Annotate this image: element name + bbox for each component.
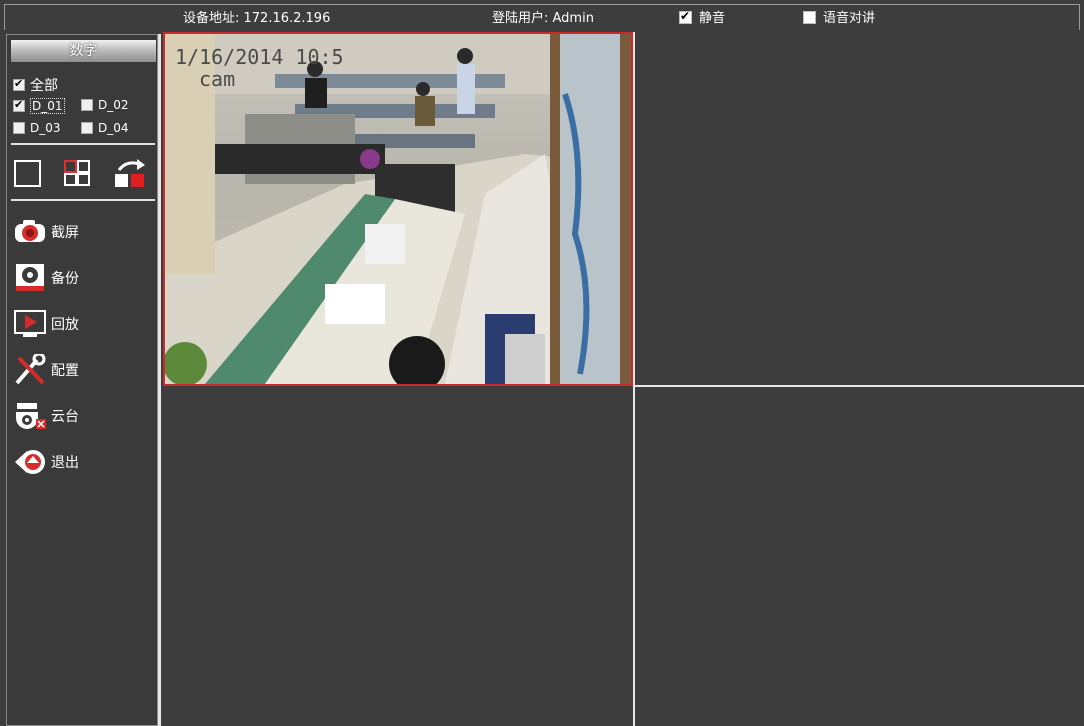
exit-label: 退出 xyxy=(51,455,79,471)
checkbox-box[interactable] xyxy=(13,98,25,112)
layout-quad-button[interactable] xyxy=(63,158,93,188)
channel-d03-label: D_03 xyxy=(30,121,61,135)
channel-all-label: 全部 xyxy=(30,78,58,94)
video-pane-1[interactable]: 1/16/2014 10:5 cam xyxy=(163,32,633,386)
playback-button[interactable]: 回放 xyxy=(13,308,79,340)
backup-button[interactable]: 备份 xyxy=(13,262,79,294)
playback-monitor-icon xyxy=(13,308,47,340)
switch-screen-button[interactable] xyxy=(113,158,149,188)
ptz-label: 云台 xyxy=(51,409,79,425)
sidebar: 数字 全部 D_01 D_02 D_03 D_04 xyxy=(6,34,158,726)
ptz-button[interactable]: 云台 xyxy=(13,400,79,432)
backup-disk-icon xyxy=(13,262,47,294)
ptz-camera-icon xyxy=(13,400,47,432)
mute-label[interactable]: 静音 xyxy=(699,10,725,28)
single-view-icon xyxy=(14,160,41,187)
camera-icon xyxy=(13,216,47,248)
channel-d02-checkbox[interactable]: D_02 xyxy=(81,98,129,112)
video-pane-3[interactable] xyxy=(163,387,633,726)
quad-view-icon xyxy=(64,160,90,186)
camera-osd: 1/16/2014 10:5 cam xyxy=(175,46,344,90)
mute-checkbox[interactable] xyxy=(679,9,692,24)
switch-screen-icon xyxy=(115,159,145,187)
checkbox-box[interactable] xyxy=(81,99,93,111)
screenshot-label: 截屏 xyxy=(51,225,79,241)
intercom-label[interactable]: 语音对讲 xyxy=(823,10,875,28)
exit-button[interactable]: 退出 xyxy=(13,446,79,478)
intercom-checkbox[interactable] xyxy=(803,11,816,24)
divider xyxy=(11,143,155,145)
screenshot-button[interactable]: 截屏 xyxy=(13,216,79,248)
device-address: 设备地址: 172.16.2.196 xyxy=(183,11,331,26)
divider xyxy=(11,199,155,201)
video-pane-4[interactable] xyxy=(635,387,1084,726)
playback-label: 回放 xyxy=(51,317,79,333)
config-button[interactable]: 配置 xyxy=(13,352,79,386)
channel-d01-checkbox[interactable]: D_01 xyxy=(13,98,65,114)
config-label: 配置 xyxy=(51,363,79,379)
channel-d02-label: D_02 xyxy=(98,98,129,112)
backup-label: 备份 xyxy=(51,271,79,287)
channel-d04-label: D_04 xyxy=(98,121,129,135)
checkbox-box[interactable] xyxy=(13,122,25,134)
login-user: 登陆用户: Admin xyxy=(492,11,594,26)
channel-d04-checkbox[interactable]: D_04 xyxy=(81,121,129,135)
channel-d01-label: D_01 xyxy=(30,98,65,114)
group-header-digital[interactable]: 数字 xyxy=(11,40,156,62)
checkbox-box[interactable] xyxy=(81,122,93,134)
sidebar-splitter[interactable] xyxy=(158,34,161,726)
camera-osd-name: cam xyxy=(199,67,236,91)
layout-single-button[interactable] xyxy=(13,158,43,188)
wrench-screwdriver-icon xyxy=(13,352,47,386)
video-grid: 1/16/2014 10:5 cam xyxy=(163,32,1084,726)
channel-d03-checkbox[interactable]: D_03 xyxy=(13,121,61,135)
top-bar: 设备地址: 172.16.2.196 登陆用户: Admin 静音 语音对讲 xyxy=(0,0,1084,30)
exit-icon xyxy=(13,446,47,478)
camera-osd-datetime: 1/16/2014 10:5 xyxy=(175,45,344,69)
video-pane-2[interactable] xyxy=(635,32,1084,385)
checkbox-box[interactable] xyxy=(13,77,25,91)
channel-all-checkbox[interactable]: 全部 xyxy=(13,75,58,95)
